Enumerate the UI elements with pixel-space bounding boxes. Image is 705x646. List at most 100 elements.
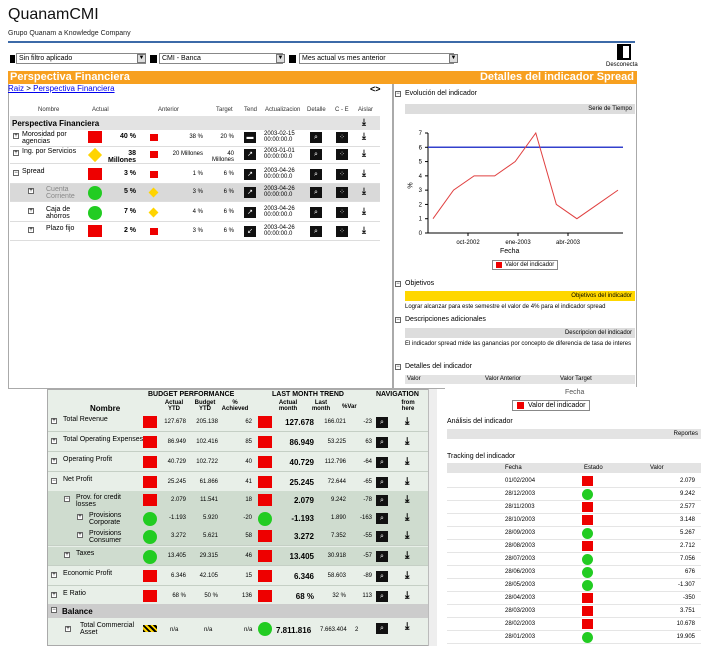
magnify-icon[interactable]: ⌕ [376, 591, 388, 602]
magnify-icon[interactable]: ⌕ [376, 571, 388, 582]
expand-toggle[interactable]: + [51, 572, 57, 578]
scrollbar[interactable] [428, 389, 437, 646]
magnify-icon[interactable]: ⌕ [310, 132, 322, 143]
collapse-toggle[interactable]: − [51, 607, 57, 613]
indicator-name[interactable]: Spread [22, 168, 77, 175]
expand-toggle[interactable]: − [51, 478, 57, 484]
magnify-icon[interactable]: ⌕ [376, 417, 388, 428]
expand-toggle[interactable]: + [28, 188, 34, 194]
filter-select[interactable]: Sin filtro aplicado [16, 53, 146, 64]
isolate-icon[interactable]: ⤓ [405, 550, 409, 561]
disconnect-label[interactable]: Desconecta [606, 62, 638, 68]
isolate-icon[interactable]: ⤓ [405, 530, 409, 541]
chevron-down-icon[interactable]: ▼ [137, 54, 146, 63]
magnify-icon[interactable]: ⌕ [376, 477, 388, 488]
isolate-icon[interactable]: ⤓ [405, 436, 409, 447]
isolate-icon[interactable]: ⤓ [405, 570, 409, 581]
isolate-icon[interactable]: ⤓ [362, 168, 366, 179]
status-red [150, 151, 158, 158]
magnify-icon[interactable]: ⌕ [376, 551, 388, 562]
magnify-icon[interactable]: ⌕ [376, 513, 388, 524]
isolate-icon[interactable]: ⤓ [362, 225, 366, 236]
magnify-icon[interactable]: ⌕ [376, 495, 388, 506]
tracking-value: 2.577 [679, 504, 695, 510]
expand-toggle[interactable]: + [51, 418, 57, 424]
isolate-icon[interactable]: ⤓ [405, 621, 409, 632]
indicator-name[interactable]: Cuenta Corriente [46, 186, 86, 200]
magnify-icon[interactable]: ⌕ [310, 207, 322, 218]
expand-toggle[interactable]: + [51, 458, 57, 464]
expand-toggle[interactable]: − [13, 170, 19, 176]
magnify-icon[interactable]: ⌕ [376, 531, 388, 542]
cause-effect-icon[interactable]: ⁘ [336, 169, 348, 180]
expand-toggle[interactable]: + [28, 208, 34, 214]
isolate-icon[interactable]: ⤓ [362, 206, 366, 217]
isolate-icon[interactable]: ⤓ [405, 494, 409, 505]
expand-toggle[interactable]: + [64, 552, 70, 558]
tracking-date: 28/09/2003 [505, 530, 536, 536]
cause-effect-icon[interactable]: ⁘ [336, 207, 348, 218]
financial-name[interactable]: Operating Profit [63, 456, 153, 463]
period-select[interactable]: Mes actual vs mes anterior [299, 53, 454, 64]
collapse-toggle[interactable]: − [395, 91, 401, 97]
collapse-toggle[interactable]: − [395, 364, 401, 370]
cause-effect-icon[interactable]: ⁘ [336, 149, 348, 160]
disconnect-icon[interactable] [617, 44, 631, 60]
chevron-down-icon[interactable]: ▼ [276, 54, 285, 63]
scorecard-select[interactable]: CMI - Banca [159, 53, 283, 64]
isolate-icon[interactable]: ⤓ [362, 117, 366, 128]
financial-name[interactable]: Taxes [76, 550, 126, 557]
isolate-icon[interactable]: ⤓ [362, 186, 366, 197]
expand-toggle[interactable]: + [28, 227, 34, 233]
status-red [582, 619, 593, 629]
expand-toggle[interactable]: + [13, 150, 19, 156]
isolate-icon[interactable]: ⤓ [362, 131, 366, 142]
financial-name[interactable]: Provisions Corporate [89, 512, 129, 526]
breadcrumb[interactable]: Raiz > Perspectiva Financiera [8, 84, 115, 93]
magnify-icon[interactable]: ⌕ [310, 149, 322, 160]
isolate-icon[interactable]: ⤓ [405, 456, 409, 467]
expand-toggle[interactable]: + [77, 514, 83, 520]
crumb-link[interactable]: Perspectiva Financiera [33, 84, 114, 93]
indicator-name[interactable]: Caja de ahorros [46, 206, 86, 220]
expand-toggle[interactable]: + [13, 133, 19, 139]
isolate-icon[interactable]: ⤓ [405, 512, 409, 523]
magnify-icon[interactable]: ⌕ [376, 437, 388, 448]
magnify-icon[interactable]: ⌕ [310, 169, 322, 180]
financial-name[interactable]: Provisions Consumer [89, 530, 129, 544]
indicator-name[interactable]: Morosidad por agencias [22, 131, 77, 145]
tracking-date: 28/05/2003 [505, 582, 536, 588]
expand-toggle[interactable]: − [64, 496, 70, 502]
magnify-icon[interactable]: ⌕ [310, 187, 322, 198]
isolate-icon[interactable]: ⤓ [405, 416, 409, 427]
chevron-down-icon[interactable]: ▼ [449, 54, 458, 63]
financial-name[interactable]: Total Operating Expenses [63, 436, 153, 443]
isolate-icon[interactable]: ⤓ [405, 476, 409, 487]
collapse-toggle[interactable]: − [395, 281, 401, 287]
magnify-icon[interactable]: ⌕ [376, 623, 388, 634]
financial-name[interactable]: Prov. for credit losses [76, 494, 126, 508]
cause-effect-icon[interactable]: ⁘ [336, 226, 348, 237]
cause-effect-icon[interactable]: ⁘ [336, 187, 348, 198]
cause-effect-icon[interactable]: ⁘ [336, 132, 348, 143]
expand-toggle[interactable]: + [77, 532, 83, 538]
isolate-icon[interactable]: ⤓ [405, 590, 409, 601]
section-title: Perspectiva Financiera [12, 119, 100, 128]
magnify-icon[interactable]: ⌕ [376, 457, 388, 468]
expand-toggle[interactable]: + [65, 626, 71, 632]
budget-ytd: 50 % [204, 593, 218, 599]
financial-name[interactable]: Total Revenue [63, 416, 153, 423]
magnify-icon[interactable]: ⌕ [310, 226, 322, 237]
crumb-root[interactable]: Raiz [8, 84, 24, 93]
indicator-name[interactable]: Ing. por Servicios [22, 148, 77, 155]
collapse-toggle[interactable]: − [395, 317, 401, 323]
expand-toggle[interactable]: + [51, 592, 57, 598]
expand-toggle[interactable]: + [51, 438, 57, 444]
reportes-bar[interactable]: Reportes [447, 429, 701, 439]
financial-name[interactable]: Net Profit [63, 476, 153, 483]
nav-arrows[interactable]: <> [370, 84, 381, 94]
financial-name[interactable]: Economic Profit [63, 570, 153, 577]
isolate-icon[interactable]: ⤓ [362, 148, 366, 159]
indicator-name[interactable]: Plazo fijo [46, 225, 86, 232]
financial-name[interactable]: E Ratio [63, 590, 153, 597]
